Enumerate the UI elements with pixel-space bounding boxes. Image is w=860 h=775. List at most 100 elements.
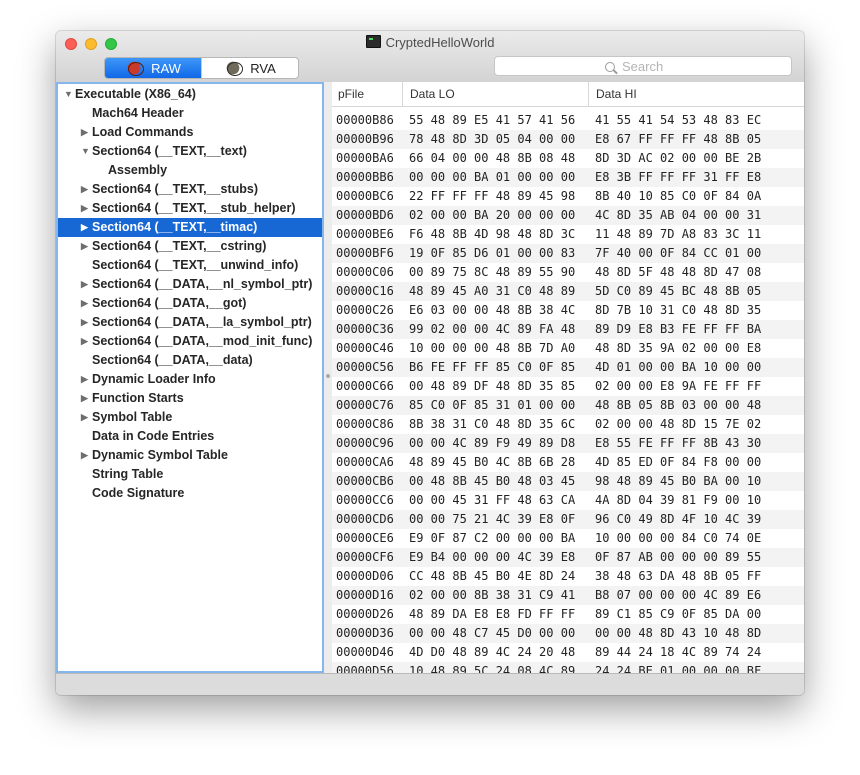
table-row[interactable]: 00000CB6 00 48 8B 45 B0 48 03 45 98 48 89 …: [332, 472, 804, 491]
table-row[interactable]: 00000BD6 02 00 00 BA 20 00 00 00 4C 8D 35 …: [332, 206, 804, 225]
table-row[interactable]: 00000BB6 00 00 00 BA 01 00 00 00 E8 3B FF …: [332, 168, 804, 187]
pfile-cell: 00000BB6: [336, 170, 394, 184]
tree-item[interactable]: Section64 (__DATA,__data): [58, 351, 322, 370]
data-lo-cell: 48 89 DA E8 E8 FD FF FF: [409, 607, 576, 621]
data-lo-cell: 78 48 8D 3D 05 04 00 00: [409, 132, 576, 146]
tree-item[interactable]: ▶ Section64 (__TEXT,__timac): [58, 218, 322, 237]
tree-item[interactable]: ▶ Section64 (__TEXT,__stub_helper): [58, 199, 322, 218]
table-row[interactable]: 00000B96 78 48 8D 3D 05 04 00 00 E8 67 FF …: [332, 130, 804, 149]
table-row[interactable]: 00000C56 B6 FE FF FF 85 C0 0F 85 4D 01 00 …: [332, 358, 804, 377]
split-view-divider[interactable]: [324, 82, 332, 673]
table-row[interactable]: 00000D26 48 89 DA E8 E8 FD FF FF 89 C1 85 …: [332, 605, 804, 624]
tree-item[interactable]: ▶ Section64 (__DATA,__mod_init_func): [58, 332, 322, 351]
tree-item[interactable]: ▶ Section64 (__DATA,__got): [58, 294, 322, 313]
data-hi-cell: E8 67 FF FF FF 48 8B 05: [595, 132, 762, 146]
table-row[interactable]: 00000C16 48 89 45 A0 31 C0 48 89 5D C0 89 …: [332, 282, 804, 301]
pfile-cell: 00000CF6: [336, 550, 394, 564]
table-row[interactable]: 00000C86 8B 38 31 C0 48 8D 35 6C 02 00 00 …: [332, 415, 804, 434]
pfile-cell: 00000C56: [336, 360, 394, 374]
app-window: CryptedHelloWorld RAW RVA ▼Executable (X…: [56, 31, 804, 695]
table-row[interactable]: 00000C96 00 00 4C 89 F9 49 89 D8 E8 55 FE …: [332, 434, 804, 453]
disclosure-closed-icon[interactable]: ▶: [81, 199, 91, 218]
search-input[interactable]: [622, 59, 742, 74]
table-row[interactable]: 00000C66 00 48 89 DF 48 8D 35 85 02 00 00 …: [332, 377, 804, 396]
data-hi-cell: 02 00 00 48 8D 15 7E 02: [595, 417, 762, 431]
table-row[interactable]: 00000CC6 00 00 45 31 FF 48 63 CA 4A 8D 04 …: [332, 491, 804, 510]
data-lo-cell: 00 48 8B 45 B0 48 03 45: [409, 474, 576, 488]
disclosure-closed-icon[interactable]: ▶: [81, 123, 91, 142]
tree-item[interactable]: ▶ Function Starts: [58, 389, 322, 408]
raw-mode-button[interactable]: RAW: [105, 58, 201, 78]
tree-item[interactable]: String Table: [58, 465, 322, 484]
tree-item[interactable]: ▶ Dynamic Symbol Table: [58, 446, 322, 465]
disclosure-closed-icon[interactable]: ▶: [81, 332, 91, 351]
table-row[interactable]: 00000BE6 F6 48 8B 4D 98 48 8D 3C 11 48 89 …: [332, 225, 804, 244]
tree-item-label: Section64 (__TEXT,__unwind_info): [92, 258, 299, 272]
table-row[interactable]: 00000C36 99 02 00 00 4C 89 FA 48 89 D9 E8 …: [332, 320, 804, 339]
disclosure-closed-icon[interactable]: ▶: [81, 446, 91, 465]
bug-red-icon: [125, 60, 146, 76]
table-row[interactable]: 00000BC6 22 FF FF FF 48 89 45 98 8B 40 10 …: [332, 187, 804, 206]
tree-item[interactable]: ▼ Section64 (__TEXT,__text): [58, 142, 322, 161]
tree-item[interactable]: ▶ Dynamic Loader Info: [58, 370, 322, 389]
disclosure-open-icon[interactable]: ▼: [64, 85, 74, 104]
tree-item[interactable]: Mach64 Header: [58, 104, 322, 123]
table-row[interactable]: 00000D56 10 48 89 5C 24 08 4C 89 24 24 BE …: [332, 662, 804, 673]
pfile-cell: 00000BF6: [336, 246, 394, 260]
table-row[interactable]: 00000CE6 E9 0F 87 C2 00 00 00 BA 10 00 00 …: [332, 529, 804, 548]
table-row[interactable]: 00000D36 00 00 48 C7 45 D0 00 00 00 00 48 …: [332, 624, 804, 643]
tree-item[interactable]: ▶ Symbol Table: [58, 408, 322, 427]
structure-outline[interactable]: ▼ Executable (X86_64) Mach64 Header ▶ Load C…: [56, 82, 324, 673]
data-hi-cell: 48 8D 35 9A 02 00 00 E8: [595, 341, 762, 355]
rva-mode-button[interactable]: RVA: [201, 58, 298, 78]
table-row[interactable]: 00000D06 CC 48 8B 45 B0 4E 8D 24 38 48 63 …: [332, 567, 804, 586]
disclosure-closed-icon[interactable]: ▶: [81, 408, 91, 427]
tree-item-label: Dynamic Symbol Table: [92, 448, 228, 462]
disclosure-closed-icon[interactable]: ▶: [81, 275, 91, 294]
search-icon: [605, 61, 615, 72]
column-header-data-lo[interactable]: Data LO: [410, 87, 455, 101]
table-row[interactable]: 00000BA6 66 04 00 00 48 8B 08 48 8D 3D AC …: [332, 149, 804, 168]
disclosure-closed-icon[interactable]: ▶: [81, 218, 91, 237]
table-row[interactable]: 00000D16 02 00 00 8B 38 31 C9 41 B8 07 00 …: [332, 586, 804, 605]
table-row[interactable]: 00000D46 4D D0 48 89 4C 24 20 48 89 44 24 …: [332, 643, 804, 662]
tree-item[interactable]: Data in Code Entries: [58, 427, 322, 446]
table-row[interactable]: 00000C46 10 00 00 00 48 8B 7D A0 48 8D 35 …: [332, 339, 804, 358]
disclosure-closed-icon[interactable]: ▶: [81, 180, 91, 199]
tree-item[interactable]: ▶ Section64 (__TEXT,__cstring): [58, 237, 322, 256]
disclosure-closed-icon[interactable]: ▶: [81, 313, 91, 332]
disclosure-closed-icon[interactable]: ▶: [81, 389, 91, 408]
tree-item-label: Section64 (__DATA,__got): [92, 296, 247, 310]
table-row[interactable]: 00000C76 85 C0 0F 85 31 01 00 00 48 8B 05 …: [332, 396, 804, 415]
tree-item[interactable]: ▶ Load Commands: [58, 123, 322, 142]
tree-item[interactable]: Section64 (__TEXT,__unwind_info): [58, 256, 322, 275]
tree-item[interactable]: ▶ Section64 (__DATA,__nl_symbol_ptr): [58, 275, 322, 294]
data-lo-cell: 55 48 89 E5 41 57 41 56: [409, 113, 576, 127]
data-lo-cell: E6 03 00 00 48 8B 38 4C: [409, 303, 576, 317]
tree-item[interactable]: ▶ Section64 (__DATA,__la_symbol_ptr): [58, 313, 322, 332]
table-row[interactable]: 00000C26 E6 03 00 00 48 8B 38 4C 8D 7B 10 …: [332, 301, 804, 320]
disclosure-closed-icon[interactable]: ▶: [81, 294, 91, 313]
pfile-cell: 00000CC6: [336, 493, 394, 507]
table-row[interactable]: 00000CA6 48 89 45 B0 4C 8B 6B 28 4D 85 ED …: [332, 453, 804, 472]
hex-table[interactable]: pFile Data LO Data HI 00000B86 55 48 89 E…: [332, 82, 804, 673]
table-row[interactable]: 00000CF6 E9 B4 00 00 00 4C 39 E8 0F 87 AB …: [332, 548, 804, 567]
table-row[interactable]: 00000C06 00 89 75 8C 48 89 55 90 48 8D 5F …: [332, 263, 804, 282]
disclosure-closed-icon[interactable]: ▶: [81, 370, 91, 389]
table-row[interactable]: 00000CD6 00 00 75 21 4C 39 E8 0F 96 C0 49 …: [332, 510, 804, 529]
table-row[interactable]: 00000B86 55 48 89 E5 41 57 41 56 41 55 41 …: [332, 111, 804, 130]
pfile-cell: 00000BD6: [336, 208, 394, 222]
tree-item[interactable]: ▼ Executable (X86_64): [58, 85, 322, 104]
table-row[interactable]: 00000BF6 19 0F 85 D6 01 00 00 83 7F 40 00 …: [332, 244, 804, 263]
search-field[interactable]: [494, 56, 792, 76]
disclosure-open-icon[interactable]: ▼: [81, 142, 91, 161]
column-header-pfile[interactable]: pFile: [338, 87, 364, 101]
column-header-data-hi[interactable]: Data HI: [596, 87, 637, 101]
pfile-cell: 00000CE6: [336, 531, 394, 545]
tree-item[interactable]: Code Signature: [58, 484, 322, 503]
data-hi-cell: 24 24 BE 01 00 00 00 BF: [595, 664, 762, 673]
tree-item[interactable]: ▶ Section64 (__TEXT,__stubs): [58, 180, 322, 199]
disclosure-closed-icon[interactable]: ▶: [81, 237, 91, 256]
tree-item[interactable]: Assembly: [58, 161, 322, 180]
tree-item-label: Code Signature: [92, 486, 185, 500]
